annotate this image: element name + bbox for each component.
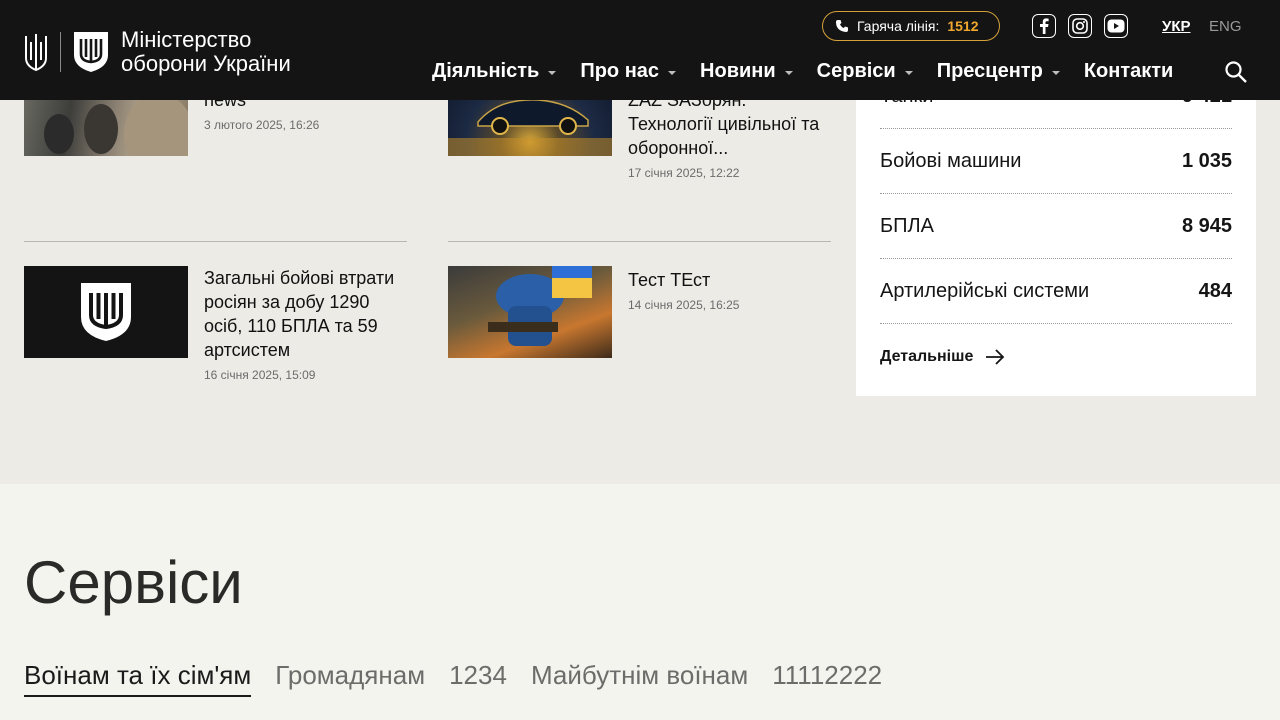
news-date: 14 січня 2025, 16:25 [628, 298, 740, 312]
nav-item-label: Пресцентр [936, 60, 1043, 82]
news-thumbnail[interactable] [448, 266, 612, 358]
nav-item-press-center[interactable]: Пресцентр [937, 60, 1060, 83]
site-header: Міністерство оборони України Гаряча ліні… [0, 0, 1280, 100]
lang-eng-link[interactable]: ENG [1209, 18, 1242, 35]
caret-down-icon [668, 70, 677, 75]
services-title: Сервіси [24, 549, 243, 616]
details-link[interactable]: Детальніше [880, 348, 1005, 366]
nav-item-contacts[interactable]: Контакти [1084, 60, 1174, 83]
facebook-icon[interactable] [1032, 14, 1056, 38]
news-card[interactable]: Загальні бойові втрати росіян за добу 12… [24, 266, 404, 382]
search-button[interactable] [1224, 60, 1248, 89]
trident-icon [25, 34, 47, 72]
hotline-label: Гаряча лінія: [857, 18, 940, 34]
hotline-number: 1512 [947, 18, 979, 34]
lang-ukr-link[interactable]: УКР [1162, 18, 1191, 35]
nav-item-news[interactable]: Новини [700, 60, 793, 83]
armored-figure-illustration [488, 266, 592, 346]
logo-separator [60, 32, 61, 72]
logo-text-line2: оборони України [121, 51, 291, 76]
loss-row: Бойові машини 1 035 [880, 129, 1232, 194]
details-link-label: Детальніше [880, 348, 974, 365]
ministry-shield-icon [74, 32, 108, 72]
news-card[interactable]: Тест ТЕст 14 січня 2025, 16:25 [448, 266, 828, 358]
phone-icon [836, 20, 848, 32]
tab-citizens[interactable]: Громадянам [275, 660, 425, 697]
caret-down-icon [784, 70, 793, 75]
loss-value: 484 [1198, 279, 1232, 302]
arrow-right-icon [986, 349, 1005, 365]
loss-name: Бойові машини [880, 149, 1022, 172]
logo-text-line1: Міністерство [121, 27, 252, 52]
nav-item-about[interactable]: Про нас [580, 60, 677, 83]
tab-future-warriors[interactable]: Майбутнім воїнам [531, 660, 748, 697]
tab-warriors-families[interactable]: Воїнам та їх сім'ям [24, 660, 252, 697]
tab-1234[interactable]: 1234 [449, 660, 507, 697]
main-nav: Діяльність Про нас Новини Сервіси Пресце… [432, 60, 1197, 83]
news-thumbnail[interactable] [24, 266, 188, 358]
loss-value: 1 035 [1181, 149, 1232, 172]
loss-row: Артилерійські системи 484 [880, 259, 1232, 324]
logo-text: Міністерство оборони України [121, 28, 291, 76]
news-date: 3 лютого 2025, 16:26 [204, 118, 320, 132]
news-date: 17 січня 2025, 12:22 [628, 166, 740, 180]
nav-item-label: Сервіси [816, 60, 896, 82]
nav-item-services[interactable]: Сервіси [817, 60, 913, 83]
nav-item-activity[interactable]: Діяльність [432, 60, 557, 83]
hotline-button[interactable]: Гаряча лінія: 1512 [822, 11, 1000, 41]
loss-name: БПЛА [880, 214, 934, 237]
news-title[interactable]: Тест ТЕст [628, 268, 828, 292]
news-divider [24, 241, 407, 242]
search-icon [1225, 61, 1247, 83]
nav-item-label: Новини [700, 60, 776, 82]
news-title[interactable]: Загальні бойові втрати росіян за добу 12… [204, 266, 404, 362]
caret-down-icon [904, 70, 913, 75]
nav-item-label: Діяльність [432, 60, 540, 82]
news-divider [448, 241, 831, 242]
nav-item-label: Про нас [580, 60, 660, 82]
caret-down-icon [1051, 70, 1060, 75]
ministry-emblem-icon [81, 283, 131, 341]
nav-item-label: Контакти [1083, 60, 1174, 82]
tab-11112222[interactable]: 11112222 [772, 660, 882, 697]
instagram-icon[interactable] [1068, 14, 1092, 38]
youtube-icon[interactable] [1104, 14, 1128, 38]
caret-down-icon [548, 70, 557, 75]
services-tabs: Воїнам та їх сім'ям Громадянам 1234 Майб… [24, 660, 906, 697]
loss-row: БПЛА 8 945 [880, 194, 1232, 259]
site-logo[interactable]: Міністерство оборони України [24, 28, 291, 76]
loss-name: Артилерійські системи [880, 279, 1090, 302]
loss-value: 8 945 [1181, 214, 1232, 237]
news-date: 16 січня 2025, 15:09 [204, 368, 316, 382]
